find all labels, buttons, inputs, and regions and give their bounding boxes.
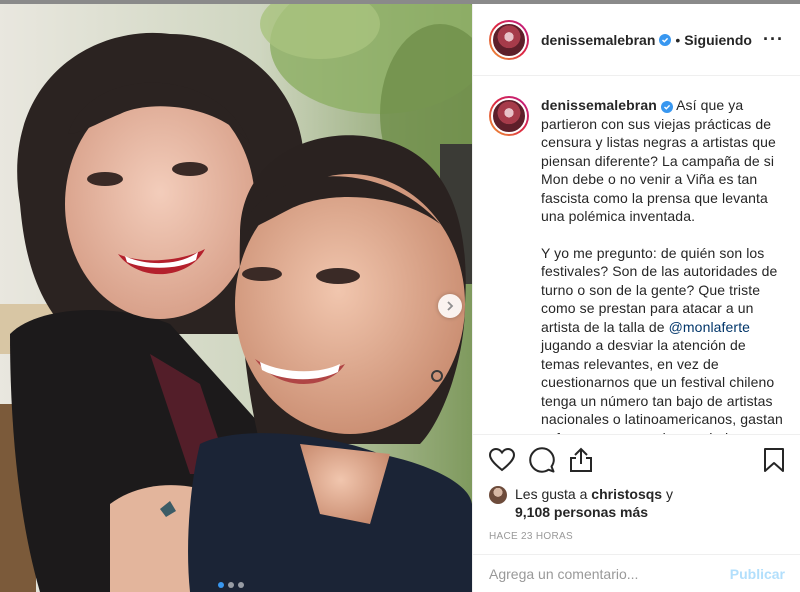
post-photo[interactable]: [0, 4, 472, 592]
post-side-panel: denissemalebran • Siguiendo ··· denissem…: [472, 4, 800, 592]
likes-connector: y: [665, 486, 673, 502]
carousel-next-button[interactable]: [438, 294, 462, 318]
photo-illustration: [0, 4, 472, 592]
mention-link[interactable]: @monlaferte: [669, 319, 750, 335]
publish-button[interactable]: Publicar: [730, 566, 785, 582]
action-bar: [489, 435, 785, 485]
caption-text: denissemalebran Así que ya partieron con…: [541, 96, 785, 434]
more-dots-icon[interactable]: ···: [763, 29, 784, 50]
author-username[interactable]: denissemalebran: [541, 32, 655, 48]
caption-section: denissemalebran Así que ya partieron con…: [473, 76, 800, 434]
comment-icon[interactable]: [529, 447, 555, 473]
caption-username[interactable]: denissemalebran: [541, 97, 657, 113]
chevron-right-icon: [447, 301, 454, 311]
carousel-dot: [238, 582, 244, 588]
actions-section: Les gusta a christosqs y 9,108 personas …: [473, 434, 800, 542]
post-timestamp[interactable]: HACE 23 HORAS: [489, 531, 785, 542]
caption-paragraph: Y yo me pregunto: de quién son los festi…: [541, 244, 785, 435]
heart-icon[interactable]: [489, 448, 515, 472]
following-button[interactable]: Siguiendo: [684, 32, 752, 48]
carousel-dot: [218, 582, 224, 588]
liker-username[interactable]: christosqs: [591, 486, 662, 502]
likes-summary: Les gusta a christosqs y 9,108 personas …: [489, 485, 785, 521]
verified-badge-icon: [659, 33, 672, 46]
post-header: denissemalebran • Siguiendo ···: [473, 4, 800, 76]
caption-paragraph-2-end: jugando a desviar la atención de temas r…: [541, 337, 783, 434]
carousel-dot: [228, 582, 234, 588]
share-icon[interactable]: [569, 447, 593, 473]
author-avatar[interactable]: [489, 19, 529, 60]
caption-author-avatar[interactable]: [489, 96, 529, 136]
bookmark-icon[interactable]: [763, 447, 785, 473]
verified-badge-icon: [660, 101, 673, 113]
comment-bar: Publicar: [473, 554, 800, 592]
caption-paragraph: denissemalebran Así que ya partieron con…: [541, 96, 785, 226]
likes-prefix: Les gusta a: [515, 486, 588, 502]
liker-avatar[interactable]: [489, 486, 507, 504]
carousel-indicator: [218, 582, 244, 588]
likes-count[interactable]: 9,108 personas más: [515, 504, 648, 520]
caption-paragraph-1: Así que ya partieron con sus viejas prác…: [541, 97, 776, 224]
likes-text: Les gusta a christosqs y 9,108 personas …: [515, 485, 673, 521]
separator-dot: •: [675, 31, 681, 48]
comment-input[interactable]: [489, 565, 730, 582]
